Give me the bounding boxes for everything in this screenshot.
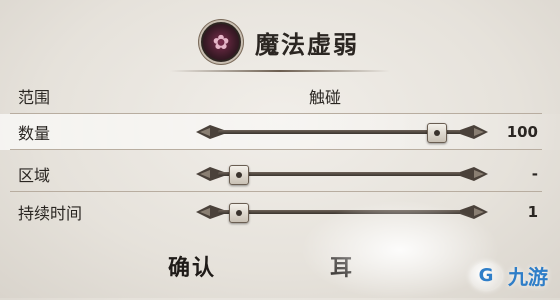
spear-right-icon[interactable] (460, 165, 488, 183)
spear-right-icon[interactable] (460, 203, 488, 221)
slider-track[interactable] (218, 210, 466, 214)
spell-header: ✿ 魔法虚弱 (0, 12, 560, 72)
row-divider (10, 149, 542, 150)
duration-slider[interactable] (196, 200, 488, 224)
row-divider (10, 191, 542, 192)
range-row: 范围 触碰 (0, 78, 560, 114)
spear-right-icon[interactable] (460, 123, 488, 141)
spell-flower-icon: ✿ (201, 22, 241, 62)
duration-row: 持续时间 1 (0, 194, 560, 230)
area-label: 区域 (18, 166, 51, 185)
magnitude-label: 数量 (18, 124, 51, 143)
magnitude-row: 数量 100 (0, 114, 560, 150)
magnitude-value: 100 (506, 123, 538, 141)
slider-knob[interactable] (228, 203, 249, 223)
watermark: G 九游 (470, 261, 548, 290)
header-divider (170, 70, 390, 72)
slider-track[interactable] (218, 172, 466, 176)
area-slider[interactable] (196, 162, 488, 186)
spell-title: 魔法虚弱 (255, 30, 359, 59)
slider-knob[interactable] (427, 123, 448, 143)
confirm-button[interactable]: 确认 (168, 250, 216, 282)
duration-value: 1 (527, 203, 538, 221)
area-row: 区域 - (0, 156, 560, 192)
watermark-text: 九游 (508, 265, 548, 289)
area-value: - (531, 165, 538, 183)
range-value: 触碰 (308, 88, 341, 107)
second-button[interactable]: 耳 (330, 250, 354, 282)
magnitude-slider[interactable] (196, 120, 488, 144)
slider-knob[interactable] (228, 165, 249, 185)
duration-label: 持续时间 (18, 204, 83, 223)
jiuyou-logo-icon: G (470, 261, 502, 290)
